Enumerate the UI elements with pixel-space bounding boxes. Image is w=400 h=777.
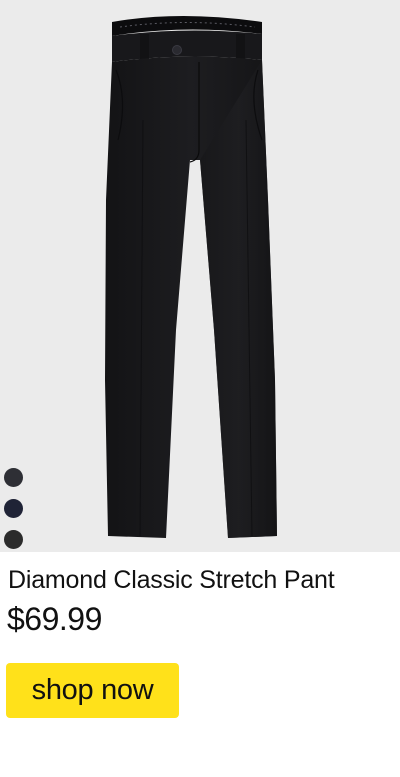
product-price: $69.99 xyxy=(7,601,102,637)
product-image[interactable] xyxy=(0,0,400,552)
product-title[interactable]: Diamond Classic Stretch Pant xyxy=(8,566,335,595)
color-swatches xyxy=(4,468,24,552)
swatch-3[interactable] xyxy=(4,530,23,549)
pants-image xyxy=(105,16,277,538)
shop-now-button[interactable]: shop now xyxy=(6,663,179,718)
product-card: Diamond Classic Stretch Pant $69.99 shop… xyxy=(0,0,400,777)
swatch-2[interactable] xyxy=(4,499,23,518)
swatch-1[interactable] xyxy=(4,468,23,487)
